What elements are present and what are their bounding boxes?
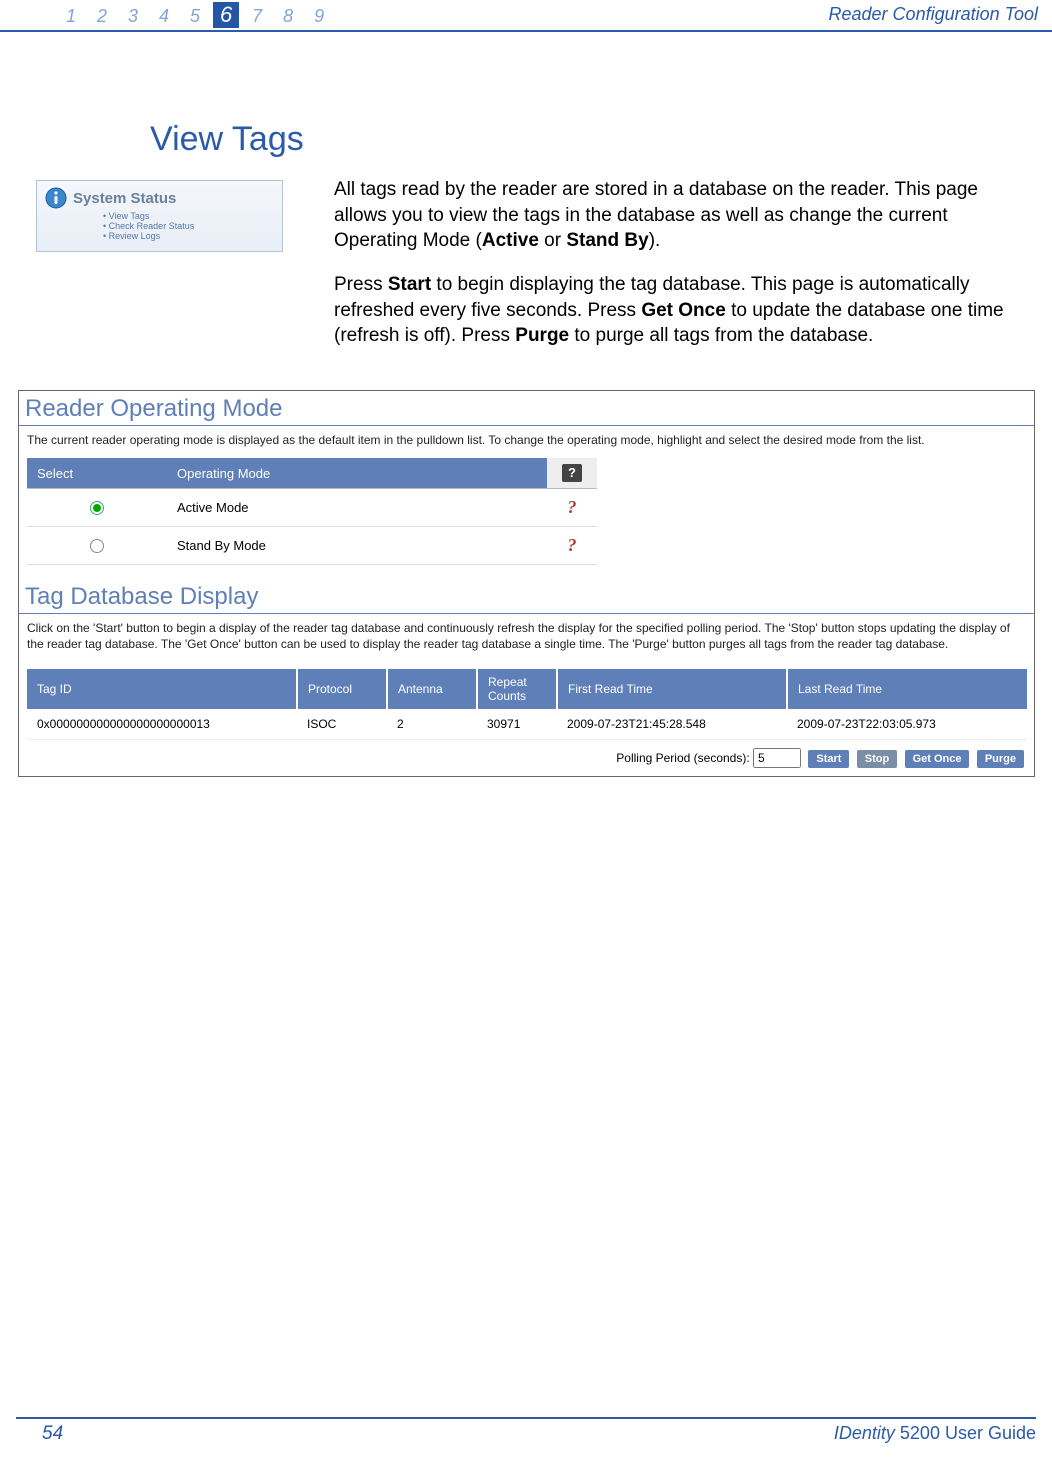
- chapter-5: 5: [182, 6, 208, 27]
- reader-panel: Reader Operating Mode The current reader…: [18, 390, 1035, 777]
- chapter-1: 1: [58, 6, 84, 27]
- chapter-6-active: 6: [213, 2, 239, 28]
- th-repeat: Repeat Counts: [477, 669, 557, 709]
- help-link-standby[interactable]: ?: [547, 527, 597, 565]
- system-status-box: System Status View Tags Check Reader Sta…: [36, 180, 283, 252]
- status-item-check-reader[interactable]: Check Reader Status: [103, 221, 274, 231]
- td-first: 2009-07-23T21:45:28.548: [557, 709, 787, 740]
- start-bold: Start: [388, 274, 431, 295]
- footer-rule: [16, 1417, 1036, 1419]
- radio-active-mode[interactable]: [90, 501, 104, 515]
- tag-database-table: Tag ID Protocol Antenna Repeat Counts Fi…: [27, 669, 1027, 740]
- purge-bold: Purge: [515, 325, 569, 346]
- polling-input[interactable]: [753, 748, 801, 768]
- system-status-list: View Tags Check Reader Status Review Log…: [103, 211, 274, 241]
- chapter-numbers: 1 2 3 4 5 6 7 8 9: [58, 2, 332, 28]
- th-last: Last Read Time: [787, 669, 1027, 709]
- chapter-4: 4: [151, 6, 177, 27]
- th-first: First Read Time: [557, 669, 787, 709]
- mode-header-help: ?: [547, 458, 597, 489]
- mode-label-standby: Stand By Mode: [167, 527, 547, 565]
- chapter-3: 3: [120, 6, 146, 27]
- help-icon[interactable]: ?: [562, 464, 582, 482]
- chapter-2: 2: [89, 6, 115, 27]
- p2-post: to purge all tags from the database.: [569, 325, 873, 346]
- chapter-9: 9: [306, 6, 332, 27]
- header-rule: [0, 30, 1052, 32]
- p1-post: ).: [649, 230, 661, 251]
- td-last: 2009-07-23T22:03:05.973: [787, 709, 1027, 740]
- chapter-8: 8: [275, 6, 301, 27]
- operating-mode-table: Select Operating Mode ? Active Mode ? St…: [27, 458, 597, 565]
- start-button[interactable]: Start: [808, 750, 849, 768]
- page-number: 54: [42, 1423, 63, 1445]
- page-footer: 54 IDentity 5200 User Guide: [0, 1417, 1052, 1445]
- operating-mode-title: Reader Operating Mode: [19, 391, 1034, 426]
- th-protocol: Protocol: [297, 669, 387, 709]
- body-para-2: Press Start to begin displaying the tag …: [334, 272, 1032, 349]
- td-protocol: ISOC: [297, 709, 387, 740]
- th-antenna: Antenna: [387, 669, 477, 709]
- get-once-button[interactable]: Get Once: [905, 750, 970, 768]
- system-status-title: System Status: [73, 190, 176, 207]
- tag-db-desc: Click on the 'Start' button to begin a d…: [19, 614, 1034, 662]
- guide-prefix: IDentity: [834, 1423, 895, 1443]
- status-item-review-logs[interactable]: Review Logs: [103, 231, 274, 241]
- td-tag-id: 0x000000000000000000000013: [27, 709, 297, 740]
- td-antenna: 2: [387, 709, 477, 740]
- getonce-bold: Get Once: [641, 300, 725, 321]
- mode-row-standby: Stand By Mode ?: [27, 527, 597, 565]
- polling-label: Polling Period (seconds):: [616, 751, 749, 765]
- info-icon: [45, 187, 67, 209]
- stop-button[interactable]: Stop: [857, 750, 897, 768]
- section-heading: View Tags: [150, 120, 304, 159]
- p1-or: or: [539, 230, 566, 251]
- guide-title: IDentity 5200 User Guide: [834, 1423, 1036, 1444]
- body-text: All tags read by the reader are stored i…: [334, 177, 1032, 367]
- th-tag-id: Tag ID: [27, 669, 297, 709]
- mode-row-active: Active Mode ?: [27, 489, 597, 527]
- mode-label-active: Active Mode: [167, 489, 547, 527]
- purge-button[interactable]: Purge: [977, 750, 1024, 768]
- tag-db-title: Tag Database Display: [19, 579, 1034, 614]
- mode-header-select: Select: [27, 458, 167, 489]
- radio-standby-mode[interactable]: [90, 539, 104, 553]
- status-item-view-tags[interactable]: View Tags: [103, 211, 274, 221]
- body-para-1: All tags read by the reader are stored i…: [334, 177, 1032, 254]
- help-link-active[interactable]: ?: [547, 489, 597, 527]
- mode-header-mode: Operating Mode: [167, 458, 547, 489]
- td-repeat: 30971: [477, 709, 557, 740]
- page-header: 1 2 3 4 5 6 7 8 9 Reader Configuration T…: [0, 0, 1052, 28]
- guide-rest: 5200 User Guide: [895, 1423, 1036, 1443]
- chapter-7: 7: [244, 6, 270, 27]
- header-title: Reader Configuration Tool: [829, 4, 1038, 25]
- polling-row: Polling Period (seconds): Start Stop Get…: [19, 744, 1034, 776]
- standby-mode-bold: Stand By: [566, 230, 648, 251]
- active-mode-bold: Active: [482, 230, 539, 251]
- p2-pre: Press: [334, 274, 388, 295]
- tag-row: 0x000000000000000000000013 ISOC 2 30971 …: [27, 709, 1027, 740]
- operating-mode-desc: The current reader operating mode is dis…: [19, 426, 1034, 458]
